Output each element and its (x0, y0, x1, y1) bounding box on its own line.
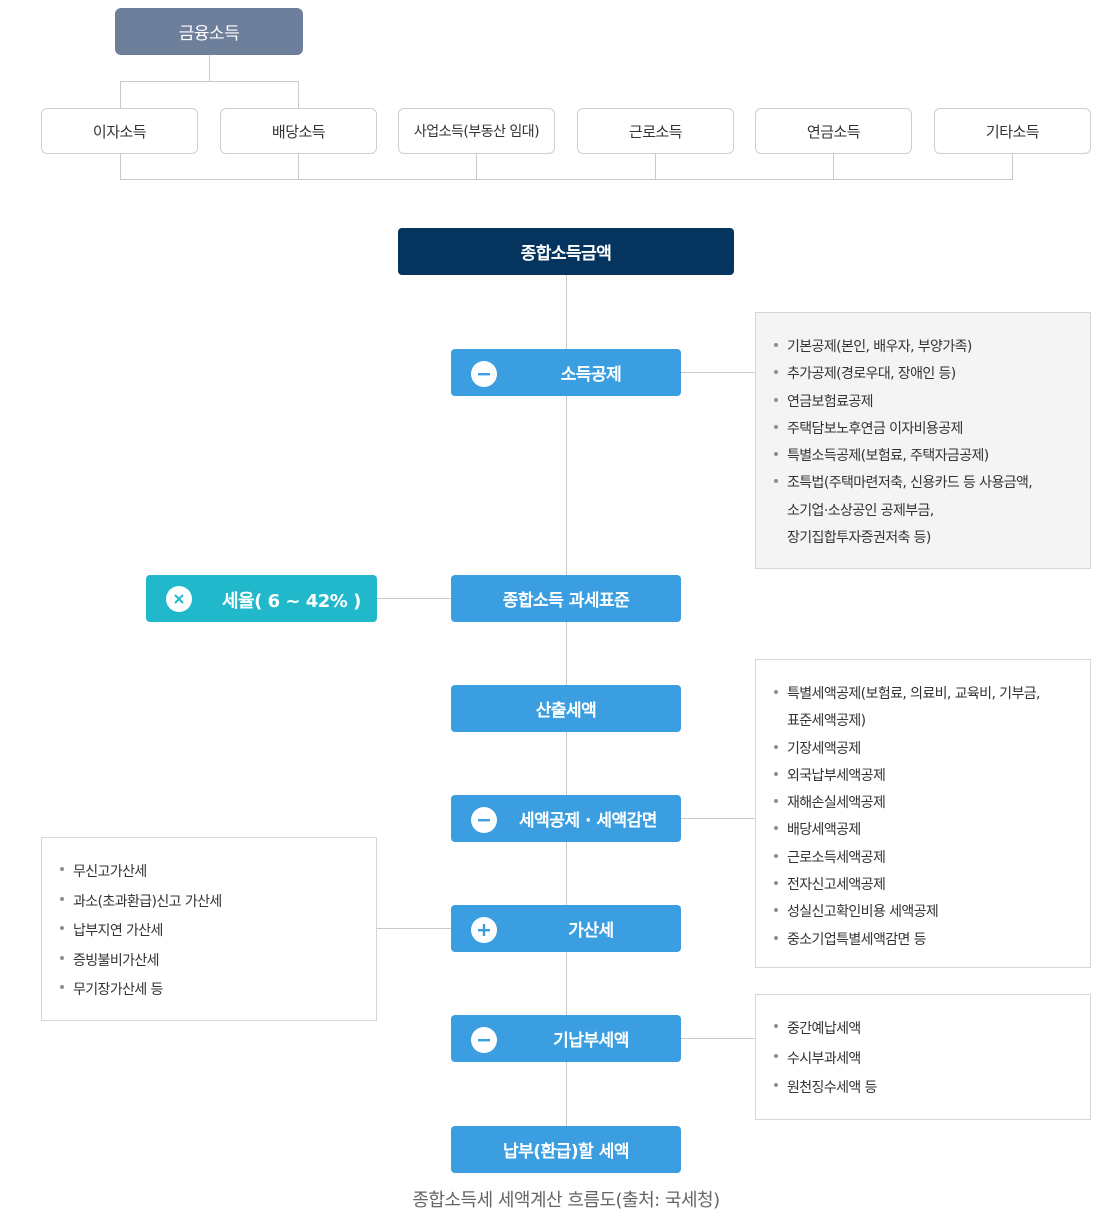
total-income-label: 종합소득금액 (520, 244, 612, 264)
income-label: 배당소득 (271, 122, 326, 141)
income-box-other: 기타소득 (934, 108, 1091, 154)
income-deduction-box: 소득공제 (451, 349, 681, 396)
minus-icon (471, 1027, 497, 1053)
tax-base-label: 종합소득 과세표준 (502, 591, 630, 611)
list-item: 과소(초과환급)신고 가산세 (56, 888, 362, 918)
financial-income-label: 금융소득 (178, 24, 240, 44)
tax-rate-box: 세율( 6 ~ 42% ) (146, 575, 377, 622)
list-item: 무기장가산세 등 (56, 976, 362, 1006)
income-box-interest: 이자소득 (41, 108, 198, 154)
list-item: 표준세액공제) (787, 713, 866, 730)
income-box-pension: 연금소득 (755, 108, 912, 154)
list-item: 외국납부세액공제 (770, 763, 1076, 790)
list-item: 성실신고확인비용 세액공제 (770, 899, 1076, 926)
computed-tax-label: 산출세액 (535, 701, 597, 721)
connector-line (120, 179, 1013, 180)
minus-icon (471, 361, 497, 387)
connector-line (298, 154, 299, 180)
connector-line (833, 154, 834, 180)
list-item: 근로소득세액공제 (770, 845, 1076, 872)
tax-credit-label: 세액공제 · 세액감면 (519, 811, 657, 831)
figure-caption: 종합소득세 세액계산 흐름도(출처: 국세청) (412, 1190, 720, 1211)
list-item: 장기집합투자증권저축 등) (787, 530, 931, 547)
connector-line (298, 81, 299, 108)
payable-tax-label: 납부(환급)할 세액 (503, 1142, 629, 1162)
list-item: 증빙불비가산세 (56, 947, 362, 977)
prepaid-notes-panel: 중간예납세액 수시부과세액 원천징수세액 등 (755, 994, 1091, 1120)
list-item: 연금보험료공제 (770, 389, 1076, 416)
list-item: 기본공제(본인, 배우자, 부양가족) (770, 334, 1076, 361)
list-item: 기장세액공제 (770, 736, 1076, 763)
income-box-business: 사업소득(부동산 임대) (398, 108, 555, 154)
list-item: 조특법(주택마련저축, 신용카드 등 사용금액, (770, 470, 1076, 497)
tax-credit-box: 세액공제 · 세액감면 (451, 795, 681, 842)
connector-line (655, 154, 656, 180)
times-icon (166, 586, 192, 612)
financial-income-box: 금융소득 (115, 8, 303, 55)
connector-line (376, 598, 451, 599)
deduction-notes-panel: 기본공제(본인, 배우자, 부양가족) 추가공제(경로우대, 장애인 등) 연금… (755, 312, 1091, 569)
connector-line (681, 818, 756, 819)
connector-line (1012, 154, 1013, 180)
connector-line (209, 55, 210, 82)
list-item: 주택담보노후연금 이자비용공제 (770, 416, 1076, 443)
list-item: 납부지연 가산세 (56, 917, 362, 947)
income-label: 연금소득 (806, 122, 861, 141)
list-item: 수시부과세액 (770, 1045, 1076, 1075)
income-label: 기타소득 (985, 122, 1040, 141)
list-item: 원천징수세액 등 (770, 1074, 1076, 1104)
list-item: 재해손실세액공제 (770, 790, 1076, 817)
list-item: 특별세액공제(보험료, 의료비, 교육비, 기부금, (770, 681, 1076, 708)
income-label: 이자소득 (92, 122, 147, 141)
connector-line (476, 154, 477, 180)
list-item: 무신고가산세 (56, 858, 362, 888)
connector-line (681, 1038, 756, 1039)
credit-notes-panel: 특별세액공제(보험료, 의료비, 교육비, 기부금, 표준세액공제) 기장세액공… (755, 659, 1091, 968)
penalty-tax-box: 가산세 (451, 905, 681, 952)
penalty-notes-panel: 무신고가산세 과소(초과환급)신고 가산세 납부지연 가산세 증빙불비가산세 무… (41, 837, 377, 1021)
connector-line (120, 154, 121, 180)
tax-base-box: 종합소득 과세표준 (451, 575, 681, 622)
income-box-dividend: 배당소득 (220, 108, 377, 154)
connector-line (376, 928, 451, 929)
penalty-tax-label: 가산세 (568, 921, 614, 941)
connector-line (120, 81, 299, 82)
payable-tax-box: 납부(환급)할 세액 (451, 1126, 681, 1173)
income-label: 사업소득(부동산 임대) (413, 124, 540, 140)
tax-rate-label: 세율( 6 ~ 42% ) (222, 591, 361, 612)
list-item: 전자신고세액공제 (770, 872, 1076, 899)
prepaid-tax-label: 기납부세액 (553, 1031, 629, 1051)
computed-tax-box: 산출세액 (451, 685, 681, 732)
income-deduction-label: 소득공제 (560, 365, 622, 385)
income-box-earned: 근로소득 (577, 108, 734, 154)
connector-line (681, 372, 756, 373)
list-item: 추가공제(경로우대, 장애인 등) (770, 361, 1076, 388)
list-item: 소기업·소상공인 공제부금, (787, 502, 934, 519)
minus-icon (471, 807, 497, 833)
connector-line (120, 81, 121, 108)
list-item: 배당세액공제 (770, 817, 1076, 844)
income-label: 근로소득 (628, 122, 683, 141)
plus-icon (471, 917, 497, 943)
list-item: 중소기업특별세액감면 등 (770, 927, 1076, 954)
prepaid-tax-box: 기납부세액 (451, 1015, 681, 1062)
total-income-box: 종합소득금액 (398, 228, 734, 275)
list-item: 중간예납세액 (770, 1015, 1076, 1045)
list-item: 특별소득공제(보험료, 주택자금공제) (770, 443, 1076, 470)
